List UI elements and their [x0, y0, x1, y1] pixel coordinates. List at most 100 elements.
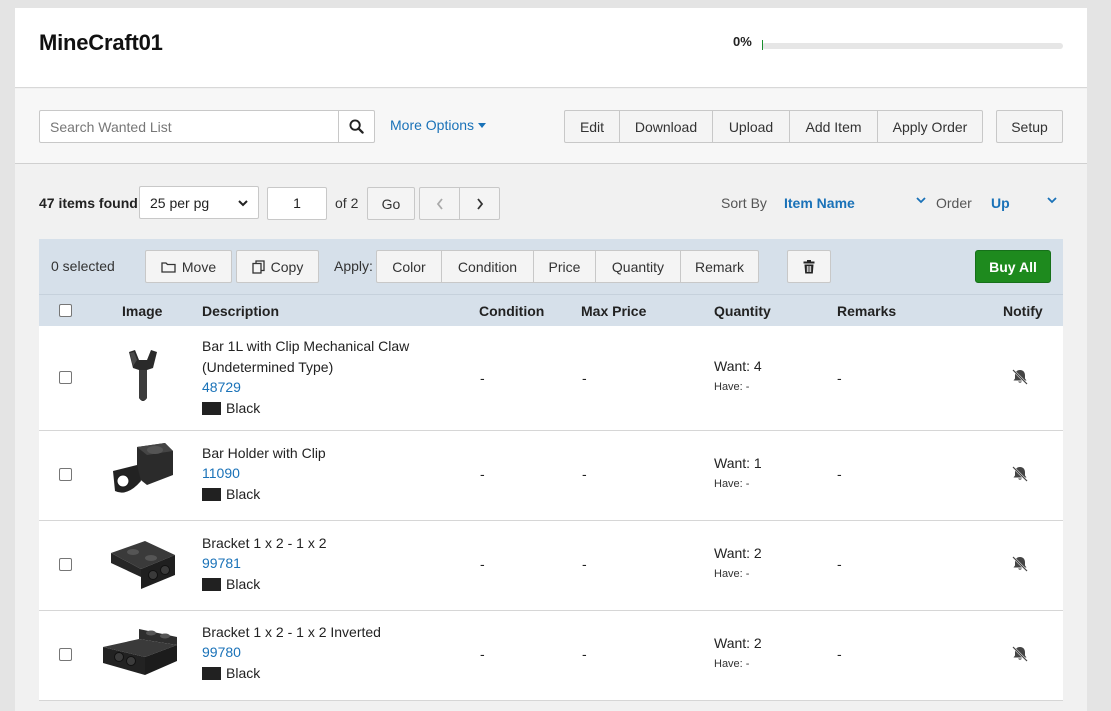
apply-remark-button[interactable]: Remark [680, 250, 759, 283]
go-button[interactable]: Go [367, 187, 415, 220]
total-pages: of 2 [335, 195, 359, 211]
order-label: Order [936, 195, 972, 211]
copy-button[interactable]: Copy [236, 250, 319, 283]
pagination-bar: 47 items found 25 per pg 1 of 2 Go Sort … [15, 178, 1087, 228]
chevron-down-icon [238, 199, 248, 206]
search-input[interactable] [39, 110, 339, 143]
wanted-items-list: 0 selected Move Copy Apply: Color Condit… [39, 239, 1063, 711]
item-color: Black [202, 665, 260, 681]
row-checkbox[interactable] [59, 648, 72, 661]
part-image[interactable] [107, 441, 179, 503]
column-description[interactable]: Description [202, 303, 279, 319]
item-color: Black [202, 400, 260, 416]
search-icon [349, 119, 364, 134]
table-row: Bar 1L with Clip Mechanical Claw (Undete… [39, 326, 1063, 431]
item-part-id[interactable]: 99780 [202, 644, 241, 660]
remarks-value: - [837, 370, 842, 386]
item-part-id[interactable]: 11090 [202, 465, 240, 481]
item-name[interactable]: Bracket 1 x 2 - 1 x 2 [202, 533, 452, 554]
sort-by-label: Sort By [721, 195, 767, 211]
table-header: Image Description Condition Max Price Qu… [39, 294, 1063, 326]
want-quantity: Want: 2 [714, 545, 762, 561]
part-image[interactable] [123, 346, 163, 406]
bell-off-icon[interactable] [1011, 369, 1029, 385]
condition-value: - [480, 646, 485, 662]
column-remarks[interactable]: Remarks [837, 303, 896, 319]
row-checkbox[interactable] [59, 371, 72, 384]
sort-by-select[interactable]: Item Name [784, 195, 855, 211]
download-button[interactable]: Download [619, 110, 713, 143]
chevron-right-icon [476, 197, 483, 210]
apply-label: Apply: [334, 258, 373, 274]
column-condition[interactable]: Condition [479, 303, 544, 319]
more-options-link[interactable]: More Options [390, 117, 487, 133]
remarks-value: - [837, 466, 842, 482]
have-quantity: Have: - [714, 568, 750, 580]
apply-color-button[interactable]: Color [376, 250, 442, 283]
item-name[interactable]: Bar 1L with Clip Mechanical Claw (Undete… [202, 336, 452, 378]
column-quantity[interactable]: Quantity [714, 303, 771, 319]
bell-off-icon[interactable] [1011, 556, 1029, 572]
apply-order-button[interactable]: Apply Order [877, 110, 983, 143]
page-number-input[interactable]: 1 [267, 187, 327, 220]
item-part-id[interactable]: 48729 [202, 379, 241, 395]
per-page-select[interactable]: 25 per pg [139, 186, 259, 219]
apply-quantity-button[interactable]: Quantity [595, 250, 681, 283]
color-swatch [202, 401, 221, 415]
remarks-value: - [837, 556, 842, 572]
caret-down-icon [478, 122, 487, 128]
items-found-count: 47 items found [39, 195, 138, 211]
order-select[interactable]: Up [991, 195, 1010, 211]
apply-price-button[interactable]: Price [533, 250, 596, 283]
progress-bar-fill [762, 40, 763, 50]
chevron-down-icon[interactable] [1047, 196, 1057, 204]
color-label: Black [226, 576, 261, 592]
upload-button[interactable]: Upload [712, 110, 790, 143]
item-part-id[interactable]: 99781 [202, 555, 241, 571]
setup-group: Setup [996, 110, 1063, 143]
delete-button[interactable] [787, 250, 831, 283]
add-item-button[interactable]: Add Item [789, 110, 878, 143]
max-price-value: - [582, 556, 587, 572]
condition-value: - [480, 466, 485, 482]
condition-value: - [480, 556, 485, 572]
table-row: Bar Holder with Clip 11090 Black - - Wan… [39, 431, 1063, 521]
next-page-button[interactable] [459, 187, 500, 220]
edit-button[interactable]: Edit [564, 110, 620, 143]
chevron-left-icon [436, 197, 443, 210]
toolbar: More Options Edit Download Upload Add It… [15, 89, 1087, 164]
want-quantity: Want: 2 [714, 635, 762, 651]
condition-value: - [480, 370, 485, 386]
column-max-price[interactable]: Max Price [581, 303, 646, 319]
part-image[interactable] [99, 623, 183, 681]
prev-page-button[interactable] [419, 187, 460, 220]
bell-off-icon[interactable] [1011, 466, 1029, 482]
row-checkbox[interactable] [59, 468, 72, 481]
chevron-down-icon[interactable] [916, 196, 926, 204]
column-image: Image [122, 303, 163, 319]
copy-icon [252, 259, 265, 274]
progress-bar [762, 40, 1063, 50]
progress-percent: 0% [733, 34, 752, 49]
part-image[interactable] [105, 531, 179, 593]
table-row: Bracket 1 x 2 - 1 x 2 Inverted 99780 Bla… [39, 611, 1063, 701]
color-swatch [202, 577, 221, 591]
setup-button[interactable]: Setup [996, 110, 1063, 143]
item-color: Black [202, 486, 260, 502]
row-checkbox[interactable] [59, 558, 72, 571]
bell-off-icon[interactable] [1011, 646, 1029, 662]
buy-all-button[interactable]: Buy All [975, 250, 1051, 283]
color-label: Black [226, 665, 261, 681]
move-label: Move [181, 258, 217, 275]
max-price-value: - [582, 466, 587, 482]
have-quantity: Have: - [714, 658, 750, 670]
list-actions-group: Edit Download Upload Add Item Apply Orde… [564, 110, 983, 143]
item-name[interactable]: Bracket 1 x 2 - 1 x 2 Inverted [202, 622, 452, 643]
want-quantity: Want: 4 [714, 358, 762, 374]
apply-condition-button[interactable]: Condition [441, 250, 534, 283]
move-button[interactable]: Move [145, 250, 232, 283]
select-all-checkbox[interactable] [59, 304, 72, 317]
item-name[interactable]: Bar Holder with Clip [202, 443, 452, 464]
selected-count: 0 selected [51, 258, 115, 274]
search-button[interactable] [338, 110, 375, 143]
